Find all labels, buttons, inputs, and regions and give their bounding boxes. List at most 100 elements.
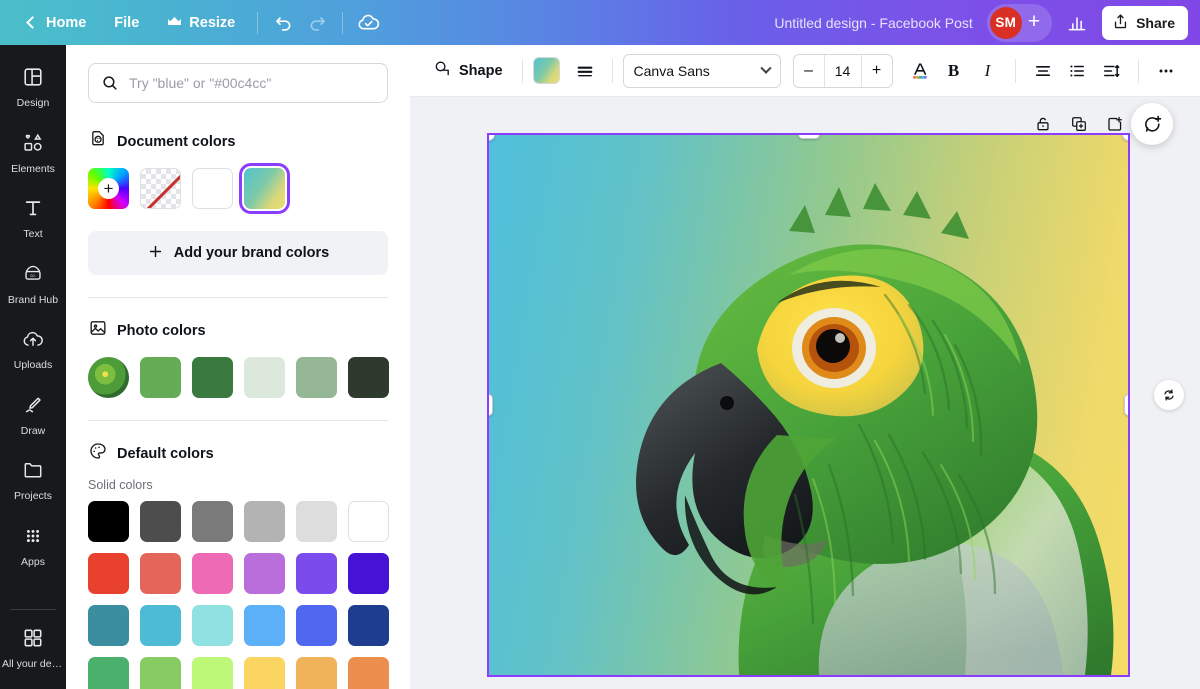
brand-hub-icon: co. bbox=[22, 263, 44, 290]
color-swatch[interactable] bbox=[140, 553, 181, 594]
resize-handle-top[interactable] bbox=[797, 135, 820, 139]
add-brand-colors-button[interactable]: Add your brand colors bbox=[88, 231, 388, 275]
document-title[interactable]: Untitled design - Facebook Post bbox=[774, 15, 972, 31]
color-picker-swatch[interactable]: + bbox=[88, 168, 129, 209]
elements-icon bbox=[22, 132, 44, 159]
color-swatch[interactable] bbox=[296, 657, 337, 689]
font-size-stepper[interactable]: – 14 + bbox=[792, 53, 893, 88]
file-menu-button[interactable]: File bbox=[100, 9, 153, 37]
sidebar-item-all-designs[interactable]: All your desi... bbox=[2, 618, 64, 677]
font-size-decrease-button[interactable]: – bbox=[794, 55, 824, 87]
design-canvas[interactable] bbox=[487, 133, 1130, 677]
border-style-button[interactable] bbox=[568, 54, 602, 88]
avatar[interactable]: SM bbox=[989, 6, 1022, 39]
duplicate-button[interactable] bbox=[1066, 111, 1092, 137]
color-swatch[interactable] bbox=[348, 605, 389, 646]
color-swatch[interactable] bbox=[296, 501, 337, 542]
color-swatch[interactable] bbox=[244, 553, 285, 594]
color-swatch[interactable] bbox=[348, 553, 389, 594]
sidebar-item-elements[interactable]: Elements bbox=[3, 123, 63, 182]
home-button[interactable]: Home bbox=[14, 9, 100, 37]
color-swatch[interactable] bbox=[88, 501, 129, 542]
resize-button[interactable]: Resize bbox=[153, 9, 249, 37]
sidebar-label: Apps bbox=[21, 556, 45, 567]
color-swatch[interactable] bbox=[88, 605, 129, 646]
color-swatch[interactable] bbox=[192, 553, 233, 594]
text-color-button[interactable] bbox=[903, 54, 937, 88]
shape-button[interactable]: Shape bbox=[424, 53, 512, 88]
white-swatch[interactable] bbox=[192, 168, 233, 209]
add-comment-button[interactable] bbox=[1131, 103, 1173, 145]
divider bbox=[1014, 58, 1016, 83]
photo-color-swatch-2[interactable] bbox=[192, 357, 233, 398]
document-colors-header: Document colors bbox=[88, 129, 388, 154]
divider bbox=[10, 608, 56, 610]
color-swatch[interactable] bbox=[140, 501, 181, 542]
color-swatch[interactable] bbox=[140, 605, 181, 646]
collaborators[interactable]: SM + bbox=[986, 3, 1053, 42]
font-size-increase-button[interactable]: + bbox=[862, 55, 892, 87]
undo-button[interactable] bbox=[266, 6, 300, 40]
sidebar-item-text[interactable]: Text bbox=[3, 188, 63, 247]
cloud-saved-button[interactable] bbox=[351, 6, 385, 40]
photo-color-swatch-1[interactable] bbox=[140, 357, 181, 398]
color-swatch[interactable] bbox=[88, 553, 129, 594]
photo-thumbnail-swatch[interactable] bbox=[88, 357, 129, 398]
color-swatch[interactable] bbox=[348, 657, 389, 689]
color-swatch[interactable] bbox=[88, 657, 129, 689]
sidebar-item-projects[interactable]: Projects bbox=[3, 450, 63, 509]
photo-color-swatch-5[interactable] bbox=[348, 357, 389, 398]
rotate-button[interactable] bbox=[1154, 380, 1184, 410]
resize-handle-left[interactable] bbox=[489, 394, 493, 416]
sidebar-item-design[interactable]: Design bbox=[3, 57, 63, 116]
document-colors-swatches: + bbox=[88, 163, 388, 214]
section-title: Default colors bbox=[117, 445, 214, 462]
font-family-select[interactable]: Canva Sans bbox=[622, 53, 781, 88]
gradient-swatch-selected[interactable] bbox=[239, 163, 290, 214]
text-align-button[interactable] bbox=[1026, 54, 1060, 88]
sidebar-item-uploads[interactable]: Uploads bbox=[3, 319, 63, 378]
italic-button[interactable]: I bbox=[971, 54, 1005, 88]
brand-button-label: Add your brand colors bbox=[173, 245, 330, 261]
bullet-list-button[interactable] bbox=[1060, 54, 1094, 88]
sidebar-item-apps[interactable]: Apps bbox=[3, 516, 63, 575]
fill-color-button[interactable] bbox=[532, 57, 560, 84]
left-rail: Design Elements Text co. Brand Hub Uploa… bbox=[0, 45, 66, 689]
sidebar-item-brand-hub[interactable]: co. Brand Hub bbox=[3, 254, 63, 313]
share-label: Share bbox=[1136, 14, 1175, 31]
lock-button[interactable] bbox=[1030, 111, 1056, 137]
sidebar-item-draw[interactable]: Draw bbox=[3, 385, 63, 444]
color-swatch[interactable] bbox=[192, 501, 233, 542]
export-button[interactable] bbox=[1102, 111, 1128, 137]
photo-color-swatch-3[interactable] bbox=[244, 357, 285, 398]
color-swatch[interactable] bbox=[192, 605, 233, 646]
color-swatch[interactable] bbox=[244, 657, 285, 689]
uploads-icon bbox=[22, 328, 44, 355]
color-swatch[interactable] bbox=[296, 605, 337, 646]
color-swatch[interactable] bbox=[244, 501, 285, 542]
resize-handle-right[interactable] bbox=[1124, 394, 1128, 416]
bold-button[interactable]: B bbox=[937, 54, 971, 88]
redo-button[interactable] bbox=[300, 6, 334, 40]
line-spacing-button[interactable] bbox=[1094, 54, 1128, 88]
more-options-button[interactable] bbox=[1149, 54, 1183, 88]
share-button[interactable]: Share bbox=[1102, 5, 1188, 40]
add-collaborator-button[interactable]: + bbox=[1026, 11, 1045, 34]
color-swatch[interactable] bbox=[296, 553, 337, 594]
color-swatch[interactable] bbox=[192, 657, 233, 689]
divider bbox=[611, 58, 613, 83]
design-stage[interactable] bbox=[410, 97, 1200, 689]
search-input[interactable] bbox=[88, 63, 388, 103]
color-swatch[interactable] bbox=[140, 657, 181, 689]
palette-icon bbox=[88, 441, 108, 466]
color-swatch[interactable] bbox=[348, 501, 389, 542]
font-size-value[interactable]: 14 bbox=[823, 54, 862, 87]
default-colors-row bbox=[88, 553, 389, 594]
color-swatch[interactable] bbox=[244, 605, 285, 646]
sidebar-label: Elements bbox=[11, 163, 55, 174]
photo-color-swatch-4[interactable] bbox=[296, 357, 337, 398]
photo-colors-swatches bbox=[88, 357, 389, 398]
no-color-swatch[interactable] bbox=[140, 168, 181, 209]
sidebar-label: Draw bbox=[20, 425, 46, 436]
analytics-button[interactable] bbox=[1060, 6, 1094, 40]
